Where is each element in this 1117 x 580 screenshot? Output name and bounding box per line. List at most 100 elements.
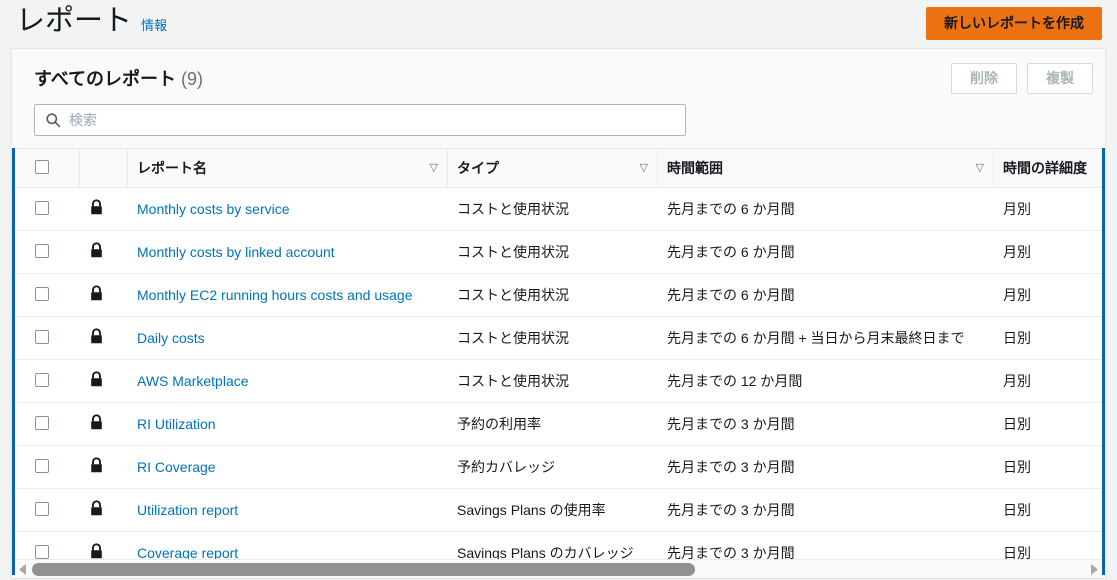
row-checkbox[interactable] bbox=[35, 458, 49, 473]
info-link[interactable]: 情報 bbox=[141, 16, 167, 36]
row-granularity-cell: 月別 bbox=[993, 359, 1102, 403]
row-checkbox[interactable] bbox=[35, 286, 49, 301]
table-row[interactable]: Monthly EC2 running hours costs and usag… bbox=[15, 273, 1102, 317]
delete-button[interactable]: 削除 bbox=[951, 63, 1017, 94]
row-name-cell: Utilization report bbox=[127, 488, 447, 532]
row-lock-cell bbox=[79, 273, 127, 317]
table-row[interactable]: RI Coverage 予約カバレッジ 先月までの 3 か月間 日別 bbox=[15, 445, 1102, 489]
table-row[interactable]: Daily costs コストと使用状況 先月までの 6 か月間 + 当日から月末最… bbox=[15, 316, 1102, 360]
select-all-checkbox[interactable] bbox=[35, 159, 49, 174]
table-header-row: レポート名 ▽ タイプ ▽ 時間範囲 ▽ 時間の詳細度 bbox=[15, 148, 1102, 188]
report-granularity: 月別 bbox=[1003, 373, 1031, 389]
report-type: Savings Plans の使用率 bbox=[457, 502, 606, 518]
row-granularity-cell: 月別 bbox=[993, 273, 1102, 317]
row-type-cell: コストと使用状況 bbox=[447, 187, 657, 231]
column-time-range[interactable]: 時間範囲 ▽ bbox=[657, 148, 993, 188]
report-name-link[interactable]: AWS Marketplace bbox=[137, 373, 249, 389]
row-name-cell: Monthly costs by service bbox=[127, 187, 447, 231]
triangle-left-icon[interactable] bbox=[15, 561, 32, 578]
row-select-cell bbox=[15, 359, 79, 403]
row-range-cell: 先月までの 6 か月間 bbox=[657, 187, 993, 231]
report-granularity: 日別 bbox=[1003, 459, 1031, 475]
report-name-link[interactable]: Monthly EC2 running hours costs and usag… bbox=[137, 287, 413, 303]
search-row bbox=[12, 94, 1105, 148]
row-checkbox[interactable] bbox=[35, 501, 49, 516]
row-lock-cell bbox=[79, 359, 127, 403]
triangle-right-icon[interactable] bbox=[1085, 561, 1102, 578]
sort-icon-report-name[interactable]: ▽ bbox=[424, 162, 438, 174]
report-name-link[interactable]: Monthly costs by service bbox=[137, 201, 290, 217]
row-checkbox[interactable] bbox=[35, 200, 49, 215]
lock-icon bbox=[80, 199, 104, 219]
row-name-cell: Monthly EC2 running hours costs and usag… bbox=[127, 273, 447, 317]
report-name-link[interactable]: Utilization report bbox=[137, 502, 238, 518]
row-checkbox[interactable] bbox=[35, 329, 49, 344]
table-row[interactable]: Utilization report Savings Plans の使用率 先月まで… bbox=[15, 488, 1102, 532]
row-granularity-cell: 日別 bbox=[993, 316, 1102, 360]
report-time-range: 先月までの 6 か月間 + 当日から月末最終日まで bbox=[667, 330, 965, 346]
row-range-cell: 先月までの 6 か月間 bbox=[657, 273, 993, 317]
row-granularity-cell: 日別 bbox=[993, 402, 1102, 446]
lock-icon bbox=[80, 242, 104, 262]
title-area: レポート 情報 bbox=[0, 0, 167, 40]
create-report-button[interactable]: 新しいレポートを作成 bbox=[926, 7, 1102, 40]
column-type-inner: タイプ ▽ bbox=[447, 149, 657, 187]
row-range-cell: 先月までの 3 か月間 bbox=[657, 445, 993, 489]
row-type-cell: コストと使用状況 bbox=[447, 316, 657, 360]
report-type: コストと使用状況 bbox=[457, 330, 569, 346]
horizontal-scrollbar[interactable] bbox=[15, 559, 1102, 578]
report-type: コストと使用状況 bbox=[457, 201, 569, 217]
row-checkbox[interactable] bbox=[35, 372, 49, 387]
report-granularity: 日別 bbox=[1003, 416, 1031, 432]
column-report-name[interactable]: レポート名 ▽ bbox=[127, 148, 447, 188]
report-type: コストと使用状況 bbox=[457, 373, 569, 389]
column-type-label: タイプ bbox=[457, 160, 499, 176]
column-type[interactable]: タイプ ▽ bbox=[447, 148, 657, 188]
column-granularity-inner: 時間の詳細度 bbox=[993, 149, 1102, 187]
row-checkbox[interactable] bbox=[35, 544, 49, 559]
scrollbar-track[interactable] bbox=[32, 561, 1085, 578]
row-checkbox[interactable] bbox=[35, 243, 49, 258]
report-granularity: 月別 bbox=[1003, 287, 1031, 303]
report-type: コストと使用状況 bbox=[457, 244, 569, 260]
report-granularity: 日別 bbox=[1003, 330, 1031, 346]
sort-icon-type[interactable]: ▽ bbox=[634, 162, 648, 174]
column-report-name-inner: レポート名 ▽ bbox=[127, 149, 447, 187]
sort-icon-time-range[interactable]: ▽ bbox=[970, 162, 984, 174]
report-time-range: 先月までの 3 か月間 bbox=[667, 416, 795, 432]
table-row[interactable]: AWS Marketplace コストと使用状況 先月までの 12 か月間 月別 bbox=[15, 359, 1102, 403]
report-name-link[interactable]: Daily costs bbox=[137, 330, 205, 346]
table-row[interactable]: Monthly costs by linked account コストと使用状況 先… bbox=[15, 230, 1102, 274]
row-lock-cell bbox=[79, 445, 127, 489]
duplicate-button[interactable]: 複製 bbox=[1027, 63, 1093, 94]
table-row[interactable]: RI Utilization 予約の利用率 先月までの 3 か月間 日別 bbox=[15, 402, 1102, 446]
table-body: Monthly costs by service コストと使用状況 先月までの 6 … bbox=[15, 187, 1102, 575]
search-box[interactable] bbox=[34, 104, 686, 136]
search-input[interactable] bbox=[69, 107, 685, 133]
column-granularity[interactable]: 時間の詳細度 bbox=[993, 148, 1102, 188]
report-name-link[interactable]: RI Coverage bbox=[137, 459, 216, 475]
row-select-cell bbox=[15, 445, 79, 489]
row-type-cell: 予約の利用率 bbox=[447, 402, 657, 446]
reports-table: レポート名 ▽ タイプ ▽ 時間範囲 ▽ 時間の詳細度 Monthly cost… bbox=[15, 148, 1102, 575]
report-time-range: 先月までの 12 か月間 bbox=[667, 373, 803, 389]
report-name-link[interactable]: Monthly costs by linked account bbox=[137, 244, 335, 260]
row-select-cell bbox=[15, 402, 79, 446]
report-name-link[interactable]: RI Utilization bbox=[137, 416, 216, 432]
report-type: コストと使用状況 bbox=[457, 287, 569, 303]
row-lock-cell bbox=[79, 230, 127, 274]
row-range-cell: 先月までの 3 か月間 bbox=[657, 402, 993, 446]
column-select-all bbox=[15, 148, 79, 188]
table-row[interactable]: Monthly costs by service コストと使用状況 先月までの 6 … bbox=[15, 187, 1102, 231]
row-range-cell: 先月までの 6 か月間 + 当日から月末最終日まで bbox=[657, 316, 993, 360]
row-granularity-cell: 日別 bbox=[993, 445, 1102, 489]
row-granularity-cell: 月別 bbox=[993, 187, 1102, 231]
lock-icon bbox=[80, 371, 104, 391]
reports-table-container: すべてのレポート (9) 削除 複製 検索 レポート名 ▽ タイプ ▽ 時間範囲… bbox=[11, 48, 1106, 578]
grid-scroll-area: レポート名 ▽ タイプ ▽ 時間範囲 ▽ 時間の詳細度 Monthly cost… bbox=[12, 148, 1105, 575]
row-name-cell: AWS Marketplace bbox=[127, 359, 447, 403]
scrollbar-thumb[interactable] bbox=[32, 562, 696, 576]
row-checkbox[interactable] bbox=[35, 415, 49, 430]
row-range-cell: 先月までの 12 か月間 bbox=[657, 359, 993, 403]
lock-icon bbox=[80, 414, 104, 434]
